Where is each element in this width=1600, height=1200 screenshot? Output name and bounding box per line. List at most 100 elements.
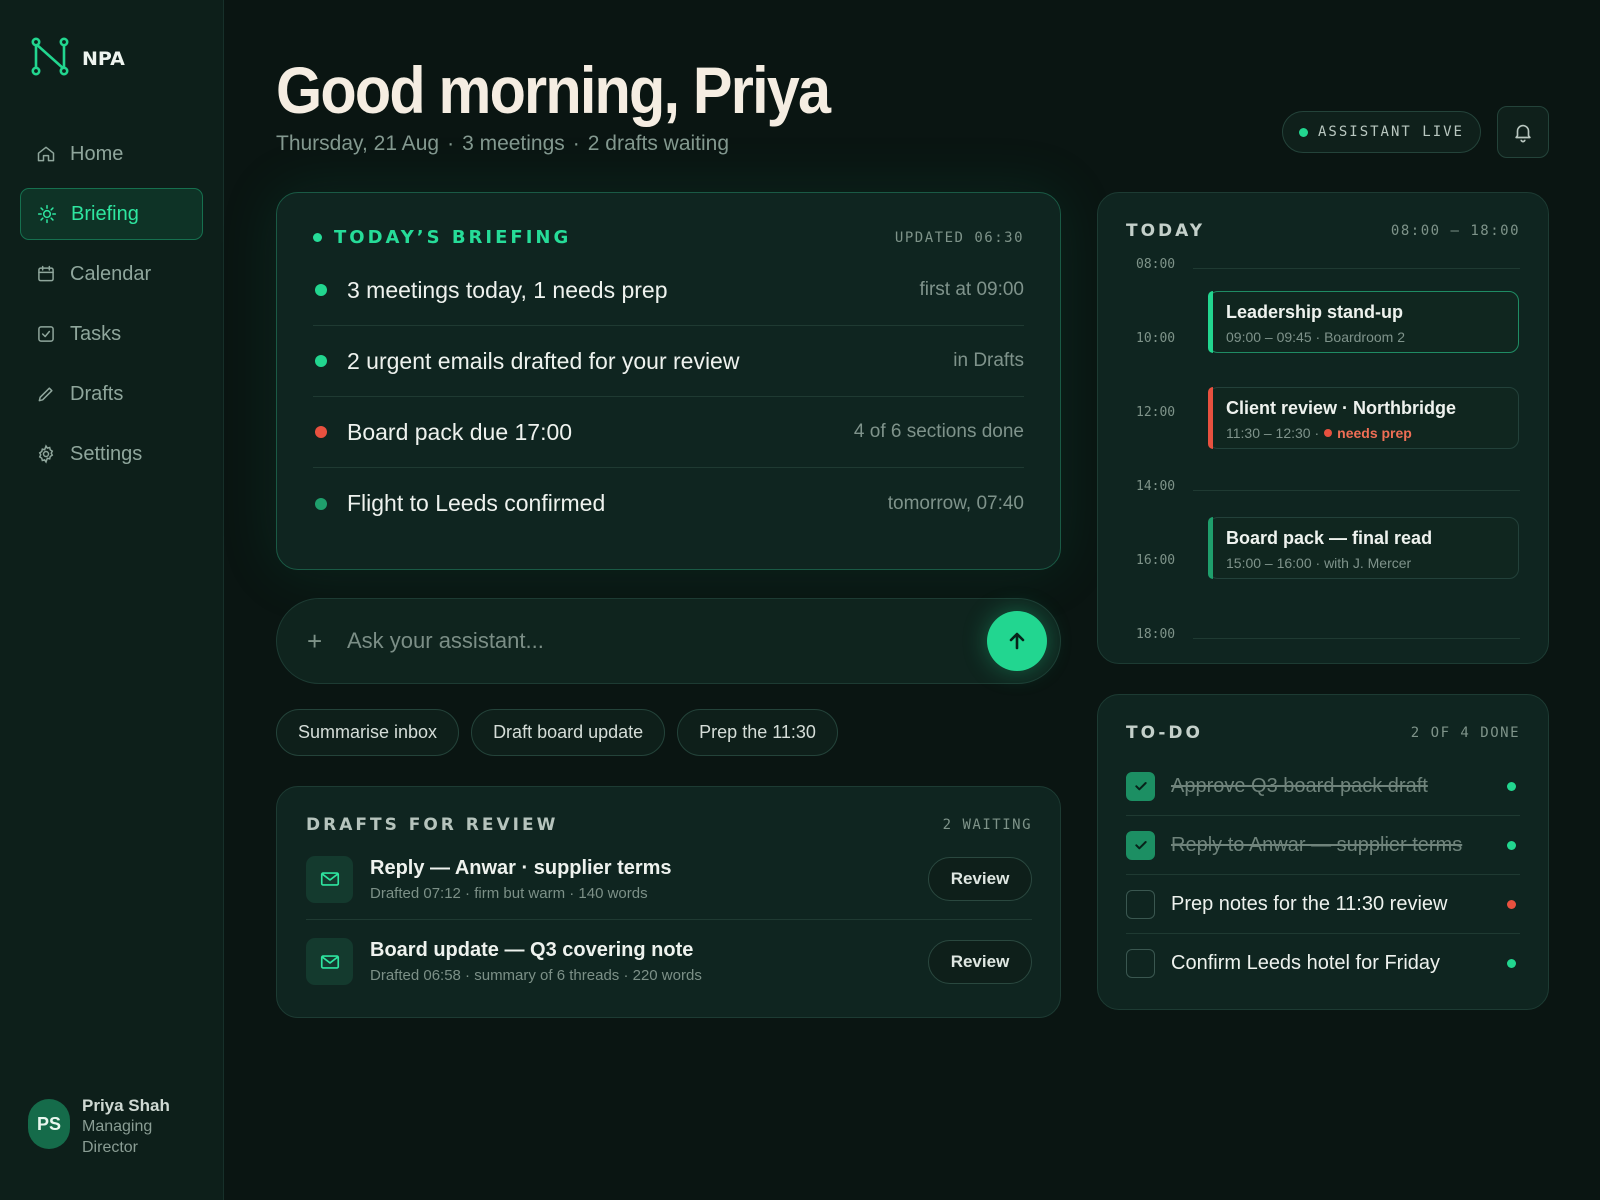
- status-dot: [315, 497, 327, 510]
- sidebar-item-label: Settings: [70, 442, 143, 465]
- sidebar-item-label: Tasks: [70, 322, 122, 345]
- chip-prep-1130[interactable]: Prep the 11:30: [677, 709, 838, 756]
- event-title: Client review · Northbridge: [1226, 398, 1457, 418]
- briefing-list: 3 meetings today, 1 needs prep first at …: [313, 255, 1024, 539]
- hour-line: [1193, 268, 1520, 269]
- notifications-button[interactable]: [1497, 106, 1549, 158]
- sidebar-item-home[interactable]: Home: [20, 128, 203, 180]
- draft-item[interactable]: Reply — Anwar · supplier terms Drafted 0…: [306, 839, 1032, 920]
- assistant-input-bar: +: [276, 598, 1061, 684]
- briefing-item[interactable]: Flight to Leeds confirmed tomorrow, 07:4…: [313, 468, 1024, 539]
- review-button[interactable]: Review: [928, 857, 1032, 901]
- separator: ·: [572, 132, 580, 155]
- status-dot: [1298, 127, 1308, 137]
- briefing-item[interactable]: Board pack due 17:00 4 of 6 sections don…: [313, 397, 1024, 468]
- status-dot: [315, 284, 327, 296]
- todo-checkbox[interactable]: [1126, 889, 1155, 919]
- warning-dot: [1324, 429, 1333, 437]
- briefing-item-text: 3 meetings today, 1 needs prep: [347, 276, 668, 303]
- home-icon: [37, 146, 55, 162]
- sidebar-item-settings[interactable]: Settings: [20, 428, 203, 480]
- todo-checkbox[interactable]: [1126, 830, 1155, 860]
- briefing-item[interactable]: 2 urgent emails drafted for your review …: [313, 326, 1024, 397]
- briefing-item-text: Flight to Leeds confirmed: [347, 490, 606, 516]
- draft-meta: Drafted 06:58 · summary of 6 threads · 2…: [370, 967, 702, 984]
- draft-title: Board update — Q3 covering note: [370, 939, 694, 961]
- todo-count: 2 OF 4 DONE: [1410, 725, 1520, 741]
- suggestion-chips: Summarise inbox Draft board update Prep …: [276, 709, 838, 756]
- mail-icon: [306, 855, 353, 903]
- sidebar-item-briefing[interactable]: Briefing: [20, 188, 203, 240]
- todo-text: Confirm Leeds hotel for Friday: [1171, 952, 1441, 974]
- header-meetings: 3 meetings: [462, 132, 565, 155]
- todo-text: Approve Q3 board pack draft: [1171, 774, 1428, 797]
- event-time: 11:30 – 12:30 ·: [1226, 425, 1320, 441]
- calendar-event[interactable]: Board pack — final read 15:00 – 16:00 · …: [1208, 517, 1519, 579]
- arrow-up-icon: [1009, 632, 1025, 650]
- briefing-item-text: Board pack due 17:00: [347, 418, 573, 445]
- briefing-item-meta: in Drafts: [953, 350, 1024, 371]
- briefing-title: TODAY’S BRIEFING: [313, 227, 571, 248]
- drafts-title: DRAFTS FOR REVIEW: [306, 815, 559, 835]
- event-meta: 11:30 – 12:30 · needs prep: [1226, 425, 1502, 441]
- todo-card: TO-DO 2 OF 4 DONE Approve Q3 board pack …: [1097, 694, 1549, 1010]
- sun-icon: [37, 204, 57, 224]
- chip-summarise-inbox[interactable]: Summarise inbox: [276, 709, 460, 756]
- event-meta: 09:00 – 09:45 · Boardroom 2: [1226, 329, 1502, 345]
- assistant-input[interactable]: [347, 628, 987, 654]
- event-time: 09:00 – 09:45 · Boardroom 2: [1226, 329, 1406, 345]
- logo-icon: [30, 36, 70, 81]
- hour-label: 16:00: [1136, 553, 1176, 568]
- user-profile[interactable]: PS Priya Shah Managing Director: [28, 1095, 172, 1158]
- header-drafts: 2 drafts waiting: [587, 132, 730, 155]
- user-role: Managing Director: [82, 1118, 153, 1156]
- assistant-status-badge: ASSISTANT LIVE: [1282, 111, 1481, 153]
- todo-text: Prep notes for the 11:30 review: [1171, 892, 1448, 915]
- briefing-item[interactable]: 3 meetings today, 1 needs prep first at …: [313, 255, 1024, 326]
- hour-label: 12:00: [1136, 405, 1176, 420]
- header-subline: Thursday, 21 Aug · 3 meetings · 2 drafts wai…: [276, 132, 729, 156]
- hour-label: 08:00: [1136, 257, 1176, 272]
- review-button[interactable]: Review: [928, 939, 1032, 984]
- hour-label: 14:00: [1136, 479, 1176, 494]
- check-icon: [1134, 841, 1147, 850]
- brand[interactable]: NPA: [30, 36, 125, 81]
- header-date: Thursday, 21 Aug: [276, 132, 440, 155]
- sidebar-item-label: Calendar: [70, 262, 152, 285]
- event-title: Board pack — final read: [1226, 528, 1433, 548]
- draft-meta: Drafted 07:12 · firm but warm · 140 word…: [370, 884, 648, 902]
- sidebar-item-drafts[interactable]: Drafts: [20, 368, 203, 420]
- hour-label: 18:00: [1136, 627, 1176, 642]
- hour-line: [1193, 638, 1520, 639]
- calendar-event[interactable]: Leadership stand-up 09:00 – 09:45 · Boar…: [1208, 291, 1519, 353]
- priority-dot: [1507, 899, 1516, 909]
- chip-draft-board-update[interactable]: Draft board update: [471, 709, 666, 756]
- briefing-item-meta: 4 of 6 sections done: [853, 421, 1024, 442]
- todo-item: Confirm Leeds hotel for Friday: [1126, 934, 1520, 993]
- sidebar-item-calendar[interactable]: Calendar: [20, 248, 203, 300]
- attach-plus-icon[interactable]: +: [307, 626, 337, 657]
- needs-prep-flag: needs prep: [1337, 425, 1412, 441]
- today-range: 08:00 – 18:00: [1390, 223, 1520, 239]
- todo-checkbox[interactable]: [1126, 949, 1155, 978]
- check-icon: [1134, 782, 1147, 791]
- briefing-item-meta: tomorrow, 07:40: [887, 492, 1024, 514]
- today-schedule-card: TODAY 08:00 – 18:00 08:00 10:00 12:00 14…: [1097, 192, 1549, 664]
- user-name: Priya Shah: [82, 1096, 170, 1115]
- briefing-title-text: TODAY’S BRIEFING: [334, 227, 572, 248]
- draft-item[interactable]: Board update — Q3 covering note Drafted …: [306, 921, 1032, 1002]
- sidebar-item-label: Briefing: [71, 202, 139, 225]
- hour-label: 10:00: [1136, 331, 1176, 346]
- todo-item: Prep notes for the 11:30 review: [1126, 875, 1520, 934]
- hour-line: [1193, 490, 1520, 491]
- calendar-event[interactable]: Client review · Northbridge 11:30 – 12:3…: [1208, 387, 1519, 449]
- todo-checkbox[interactable]: [1126, 771, 1155, 801]
- checkbox-icon: [38, 326, 54, 342]
- sidebar-nav: Home Briefing Calendar Tasks Drafts Sett…: [20, 128, 203, 488]
- sidebar-item-tasks[interactable]: Tasks: [20, 308, 203, 360]
- briefing-card: TODAY’S BRIEFING UPDATED 06:30 3 meeting…: [276, 192, 1061, 570]
- priority-dot: [1507, 840, 1516, 850]
- status-dot: [315, 426, 327, 438]
- pencil-icon: [38, 387, 53, 402]
- send-button[interactable]: [987, 611, 1047, 671]
